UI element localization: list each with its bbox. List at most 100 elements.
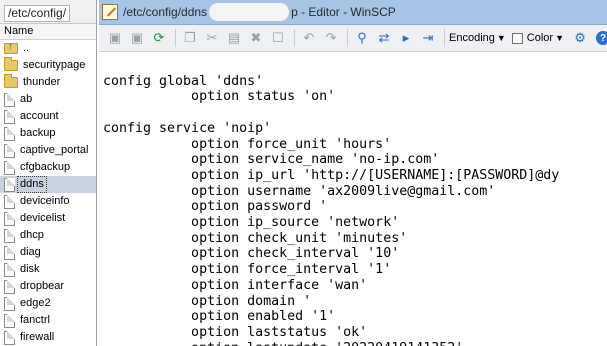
- file-icon: [4, 211, 15, 226]
- file-icon: [4, 143, 15, 158]
- file-icon: [4, 330, 15, 345]
- file-name: deviceinfo: [20, 195, 70, 207]
- file-icon: [4, 313, 15, 328]
- file-list-item[interactable]: firewall: [0, 329, 96, 346]
- color-menu-label[interactable]: Color: [527, 32, 553, 44]
- editor-app-icon: [102, 4, 118, 20]
- undo-icon[interactable]: ↶: [299, 28, 319, 48]
- paste-icon[interactable]: ▤: [224, 28, 244, 48]
- file-list-item[interactable]: account: [0, 108, 96, 125]
- parent-folder-icon: [4, 41, 18, 54]
- file-name: diag: [20, 246, 41, 258]
- file-icon: [4, 126, 15, 141]
- file-icon: [4, 245, 15, 260]
- folder-icon: [4, 74, 18, 88]
- folder-icon: [4, 57, 18, 71]
- file-name: thunder: [23, 76, 61, 88]
- select-all-icon[interactable]: ☐: [268, 28, 288, 48]
- file-name: securitypage: [23, 59, 86, 71]
- file-name: ddns: [17, 176, 47, 193]
- code-line: option check_unit 'minutes': [103, 230, 408, 246]
- file-list-item[interactable]: dropbear: [0, 278, 96, 295]
- file-list-item[interactable]: cfgbackup: [0, 159, 96, 176]
- file-list-item[interactable]: deviceinfo: [0, 193, 96, 210]
- delete-icon[interactable]: ✖: [246, 28, 266, 48]
- encoding-menu-label[interactable]: Encoding: [449, 32, 495, 44]
- window-title: /etc/config/ddns p - Editor - WinSCP: [123, 3, 396, 21]
- current-path[interactable]: /etc/config/: [4, 5, 71, 22]
- editor-toolbar: ▣ ▣ ⟳ ❐ ✂ ▤ ✖ ☐ ↶ ↷ ⚲ ⇄ ▸ ⇥ Encoding ▼ C…: [99, 25, 607, 52]
- code-line: option username 'ax2009live@gmail.com': [103, 183, 496, 199]
- code-line: option service_name 'no-ip.com': [103, 152, 440, 168]
- gear-icon[interactable]: ⚙: [570, 28, 590, 48]
- file-icon: [4, 92, 15, 107]
- code-line: option domain ': [103, 293, 312, 309]
- file-icon: [4, 296, 15, 311]
- file-name: disk: [20, 263, 40, 275]
- code-line: config service 'noip': [103, 120, 272, 136]
- file-list-item[interactable]: fanctrl: [0, 312, 96, 329]
- file-list-item[interactable]: thunder: [0, 74, 96, 91]
- file-list-item[interactable]: ab: [0, 91, 96, 108]
- toolbar-separator: [175, 29, 176, 47]
- file-name: edge2: [20, 297, 51, 309]
- code-line: option ip_source 'network': [103, 215, 400, 230]
- file-list-item[interactable]: edge2: [0, 295, 96, 312]
- file-list-item[interactable]: dhcp: [0, 227, 96, 244]
- window-title-app: p - Editor - WinSCP: [291, 5, 396, 19]
- file-list-item[interactable]: securitypage: [0, 57, 96, 74]
- file-name: devicelist: [20, 212, 66, 224]
- code-line: option ip_url 'http://[USERNAME]:[PASSWO…: [103, 167, 560, 183]
- file-name: ab: [20, 93, 33, 105]
- code-editor[interactable]: config global 'ddns' option status 'on' c…: [99, 52, 607, 346]
- save-icon[interactable]: ▣: [105, 28, 125, 48]
- window-title-path: /etc/config/ddns: [123, 5, 208, 19]
- file-icon: [4, 194, 15, 209]
- file-list-item[interactable]: captive_portal: [0, 142, 96, 159]
- file-icon: [4, 262, 15, 277]
- toolbar-separator: [294, 29, 295, 47]
- file-list-item[interactable]: disk: [0, 261, 96, 278]
- file-icon: [4, 160, 15, 175]
- file-name: account: [20, 110, 59, 122]
- code-line: option lastupdate '20220419141352': [103, 341, 463, 346]
- title-bar: /etc/config/ddns p - Editor - WinSCP: [99, 0, 607, 25]
- color-checkbox[interactable]: [511, 32, 523, 44]
- chevron-down-icon[interactable]: ▼: [555, 33, 564, 43]
- file-name: cfgbackup: [20, 161, 71, 173]
- file-list-item[interactable]: ..: [0, 40, 96, 57]
- column-header-name[interactable]: Name: [0, 24, 96, 40]
- code-line: option laststatus 'ok': [103, 324, 368, 340]
- redaction-mark: [209, 3, 290, 21]
- file-name: dropbear: [20, 280, 65, 292]
- file-list: .. securitypage thunder ab account backup capt…: [0, 40, 96, 346]
- go-to-line-icon[interactable]: ⇥: [418, 28, 438, 48]
- save-all-icon[interactable]: ▣: [127, 28, 147, 48]
- copy-icon[interactable]: ❐: [180, 28, 200, 48]
- chevron-down-icon[interactable]: ▼: [497, 33, 506, 43]
- help-icon[interactable]: ?: [596, 31, 607, 45]
- find-icon[interactable]: ⚲: [352, 28, 372, 48]
- file-icon: [4, 228, 15, 243]
- file-list-item[interactable]: diag: [0, 244, 96, 261]
- file-list-item[interactable]: backup: [0, 125, 96, 142]
- toolbar-separator: [444, 29, 445, 47]
- code-line: option password ': [103, 199, 328, 215]
- replace-icon[interactable]: ⇄: [374, 28, 394, 48]
- cut-icon[interactable]: ✂: [202, 28, 222, 48]
- redo-icon[interactable]: ↷: [321, 28, 341, 48]
- path-bar: /etc/config/: [0, 0, 96, 24]
- file-icon: [4, 177, 15, 192]
- file-name: ..: [23, 42, 30, 54]
- remote-file-panel: /etc/config/ Name .. securitypage thunder a…: [0, 0, 97, 346]
- reload-icon[interactable]: ⟳: [149, 28, 169, 48]
- file-list-item[interactable]: ddns: [0, 176, 96, 193]
- file-name: dhcp: [20, 229, 44, 241]
- file-name: fanctrl: [20, 314, 50, 326]
- file-icon: [4, 279, 15, 294]
- code-line: config global 'ddns': [103, 73, 264, 89]
- file-list-item[interactable]: devicelist: [0, 210, 96, 227]
- find-next-icon[interactable]: ▸: [396, 28, 416, 48]
- file-icon: [4, 109, 15, 124]
- file-name: firewall: [20, 331, 55, 343]
